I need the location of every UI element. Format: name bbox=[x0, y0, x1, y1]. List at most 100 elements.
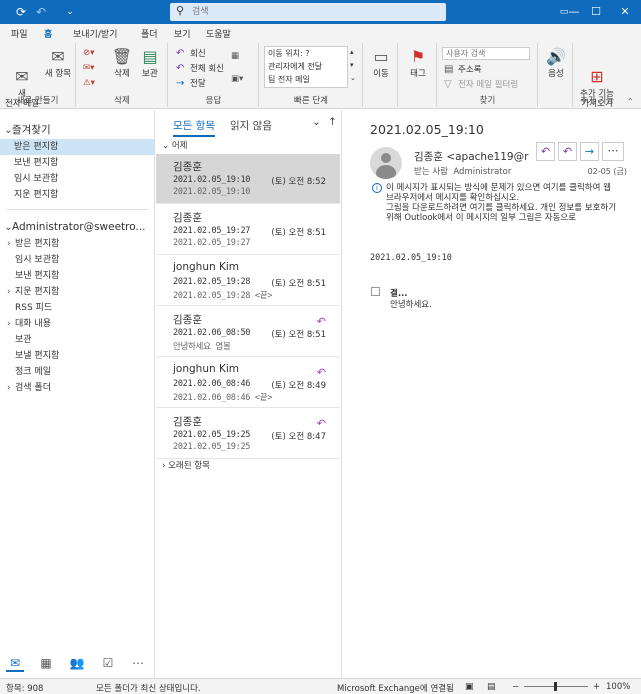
zoom-out-icon[interactable]: − bbox=[512, 682, 519, 692]
trash-icon: 🗑 bbox=[111, 47, 133, 66]
sender-name[interactable]: 김종훈 <apache119@r bbox=[414, 149, 528, 164]
folder-item[interactable]: RSS 피드 bbox=[0, 300, 154, 316]
delete-button[interactable]: 🗑 삭제 bbox=[109, 47, 135, 79]
tab-file[interactable]: 파일 bbox=[11, 27, 28, 40]
forward-button[interactable]: → 전달 bbox=[176, 78, 206, 90]
favorite-drafts[interactable]: 임시 보관함 bbox=[0, 171, 154, 187]
tab-unread[interactable]: 읽지 않음 bbox=[230, 118, 272, 133]
group-header-older[interactable]: › 오래된 항목 bbox=[156, 458, 340, 474]
favorite-deleted[interactable]: 지운 편지함 bbox=[0, 187, 154, 203]
item-count: 항목: 908 bbox=[6, 684, 44, 694]
tab-help[interactable]: 도움말 bbox=[206, 27, 231, 40]
quick-step-team-email[interactable]: 팀 전자 메일 bbox=[265, 73, 347, 86]
reply-all-button[interactable]: ↶ 전체 회신 bbox=[176, 63, 224, 75]
folder-item[interactable]: 보낸 편지함 bbox=[0, 268, 154, 284]
quick-steps-gallery[interactable]: 이동 위치: ? 관리자에게 전달 팀 전자 메일 bbox=[264, 46, 348, 88]
group-header-yesterday[interactable]: ⌄ 어제 bbox=[156, 138, 340, 154]
message-item[interactable]: 김종훈 2021.02.05_19:25 (토) 오전 8:47 2021.02.05… bbox=[156, 409, 340, 459]
tab-view[interactable]: 보기 bbox=[174, 27, 191, 40]
body-date: 2021.02.05_19:10 bbox=[370, 253, 452, 263]
calendar-icon[interactable]: ▦ bbox=[37, 656, 55, 672]
image-placeholder-icon[interactable] bbox=[371, 287, 380, 296]
search-people-input[interactable]: 사용자 검색 bbox=[442, 47, 530, 60]
undo-icon[interactable]: ↶ bbox=[33, 4, 49, 20]
sync-icon[interactable]: ⟳ bbox=[13, 4, 29, 20]
tab-send-receive[interactable]: 보내기/받기 bbox=[73, 27, 117, 40]
move-button[interactable]: ▭ 이동 bbox=[368, 47, 394, 79]
collapse-ribbon-icon[interactable]: ⌃ bbox=[627, 96, 634, 107]
connection-status[interactable]: Microsoft Exchange에 연결됨 bbox=[337, 682, 454, 694]
folder-item[interactable]: 보낼 편지함 bbox=[0, 348, 154, 364]
customize-icon[interactable]: ⌄ bbox=[62, 4, 78, 20]
tab-folder[interactable]: 폴더 bbox=[141, 27, 158, 40]
read-aloud-button[interactable]: 🔊 음성 bbox=[542, 47, 570, 79]
clean-up-icon[interactable]: ✉▾ bbox=[83, 63, 94, 74]
reply-icon[interactable]: ↶ bbox=[536, 142, 555, 161]
favorites-header[interactable]: ⌄즐겨찾기 bbox=[0, 122, 154, 138]
info-bar[interactable]: i 이 메시지가 표시되는 방식에 문제가 있으면 여기를 클릭하여 웹 브라우… bbox=[372, 183, 638, 223]
message-subject: 2021.02.05_19:10 bbox=[370, 122, 484, 137]
quick-step-move[interactable]: 이동 위치: ? bbox=[265, 47, 347, 60]
message-item[interactable]: jonghun Kim 2021.02.06_08:46 (토) 오전 8:49 20… bbox=[156, 358, 340, 408]
folder-item[interactable]: › 대화 내용 bbox=[0, 316, 154, 332]
message-item[interactable]: 김종훈 2021.02.05_19:10 (토) 오전 8:52 2021.02.05… bbox=[156, 154, 340, 204]
favorite-inbox[interactable]: 받은 편지함 bbox=[0, 139, 154, 155]
tasks-icon[interactable]: ☑ bbox=[99, 656, 117, 672]
normal-view-icon[interactable]: ▣ bbox=[465, 682, 474, 692]
message-item[interactable]: 김종훈 2021.02.06_08:50 (토) 오전 8:51 안녕하세요 염볼 ↶ bbox=[156, 307, 340, 357]
zoom-in-icon[interactable]: + bbox=[593, 682, 600, 692]
maximize-button[interactable]: ☐ bbox=[580, 0, 612, 24]
recipient-name[interactable]: Administrator bbox=[453, 167, 511, 177]
folder-item[interactable]: › 검색 폴더 bbox=[0, 380, 154, 396]
group-new: ✉ 새 전자 메일 ✉ 새 항목 새로 만들기 bbox=[0, 43, 76, 109]
filter-email-button[interactable]: ▽ 전자 메일 필터링 bbox=[444, 79, 518, 91]
forward-icon[interactable]: → bbox=[580, 142, 599, 161]
message-list: 모든 항목 읽지 않음 ⌄ ↑ ⌄ 어제 김종훈 2021.02.05_19:10… bbox=[156, 110, 340, 678]
message-item[interactable]: jonghun Kim 2021.02.05_19:28 (토) 오전 8:51 20… bbox=[156, 256, 340, 306]
folder-item[interactable]: 임시 보관함 bbox=[0, 252, 154, 268]
tab-all-items[interactable]: 모든 항목 bbox=[173, 118, 215, 137]
replied-icon: ↶ bbox=[316, 315, 326, 328]
body-text: 안녕하세요. bbox=[390, 300, 432, 310]
folder-item[interactable]: › 지운 편지함 bbox=[0, 284, 154, 300]
message-preview: 2021.02.05_19:27 bbox=[173, 238, 251, 248]
reply-all-icon[interactable]: ↶ bbox=[558, 142, 577, 161]
reply-button[interactable]: ↶ 회신 bbox=[176, 48, 206, 60]
search-input[interactable] bbox=[192, 5, 432, 19]
folder-item[interactable]: › 받은 편지함 bbox=[0, 236, 154, 252]
filter-dropdown-icon[interactable]: ⌄ bbox=[312, 116, 321, 128]
gallery-up-icon[interactable]: ▴ bbox=[350, 47, 354, 58]
message-subject: 2021.02.05_19:28 bbox=[173, 277, 251, 287]
account-header[interactable]: ⌄Administrator@sweetro... bbox=[0, 219, 154, 235]
meeting-icon[interactable]: ▦ bbox=[231, 51, 239, 62]
reading-view-icon[interactable]: ▤ bbox=[487, 682, 496, 692]
more-actions-icon[interactable]: ⋯ bbox=[602, 142, 624, 161]
address-book-button[interactable]: ▤ 주소록 bbox=[444, 64, 481, 76]
quick-step-to-manager[interactable]: 관리자에게 전달 bbox=[265, 60, 347, 73]
search-box[interactable]: ⚲ bbox=[170, 3, 446, 21]
junk-icon[interactable]: ⚠▾ bbox=[83, 78, 95, 89]
folder-item[interactable]: 보관 bbox=[0, 332, 154, 348]
new-items-button[interactable]: ✉ 새 항목 bbox=[42, 47, 74, 79]
people-icon[interactable]: 👥 bbox=[68, 656, 86, 672]
message-item[interactable]: 김종훈 2021.02.05_19:27 (토) 오전 8:51 2021.02.05… bbox=[156, 205, 340, 255]
gallery-more-icon[interactable]: ⌄ bbox=[350, 73, 356, 84]
zoom-slider-thumb[interactable] bbox=[554, 682, 557, 691]
zoom-level[interactable]: 100% bbox=[606, 682, 630, 692]
more-respond-icon[interactable]: ▣▾ bbox=[231, 74, 243, 85]
new-email-button[interactable]: ✉ 새 전자 메일 bbox=[4, 47, 40, 119]
message-subject: 2021.02.06_08:50 bbox=[173, 328, 251, 338]
tab-home[interactable]: 홈 bbox=[44, 27, 53, 43]
close-button[interactable]: ✕ bbox=[609, 0, 641, 24]
get-addins-button[interactable]: ⊞ 추가 기능 가져오기 bbox=[576, 47, 618, 119]
avatar bbox=[370, 147, 402, 179]
folder-item[interactable]: 정크 메일 bbox=[0, 364, 154, 380]
gallery-down-icon[interactable]: ▾ bbox=[350, 60, 354, 71]
mail-icon[interactable]: ✉ bbox=[6, 656, 24, 672]
sort-arrow-icon[interactable]: ↑ bbox=[328, 116, 337, 128]
favorite-sent[interactable]: 보낸 편지함 bbox=[0, 155, 154, 171]
tags-button[interactable]: ⚑ 태그 bbox=[403, 47, 433, 79]
archive-button[interactable]: ▤ 보관 bbox=[137, 47, 163, 79]
ignore-icon[interactable]: ⊘▾ bbox=[83, 48, 94, 59]
more-icon[interactable]: ⋯ bbox=[129, 656, 147, 672]
